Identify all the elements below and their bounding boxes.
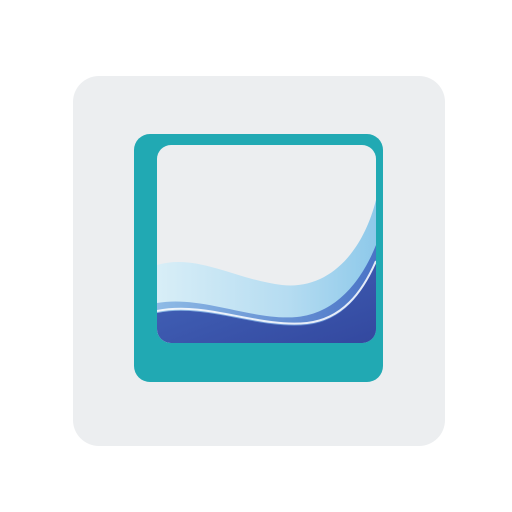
app-icon [0,0,512,512]
wave-picture-icon [157,145,376,343]
